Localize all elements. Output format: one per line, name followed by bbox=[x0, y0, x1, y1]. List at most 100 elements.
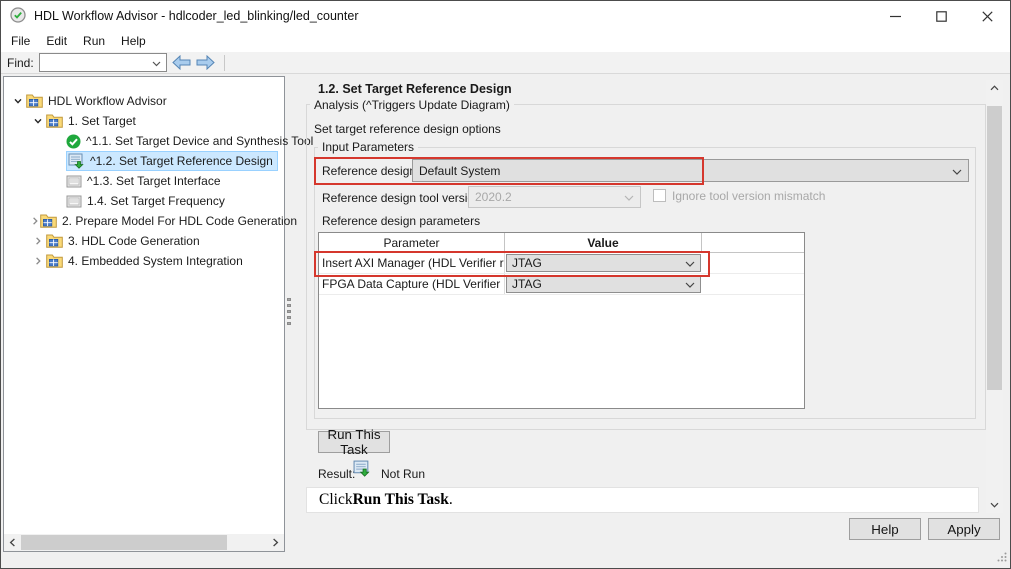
combo-chevron-icon[interactable] bbox=[152, 56, 161, 70]
workflow-folder-icon bbox=[40, 214, 57, 228]
tree-item-2-prepare-model[interactable]: 2. Prepare Model For HDL Code Generation bbox=[4, 211, 284, 231]
tool-version-label: Reference design tool version: bbox=[322, 191, 484, 205]
workflow-folder-icon bbox=[46, 114, 63, 128]
find-toolbar: Find: bbox=[1, 52, 1010, 74]
find-input[interactable] bbox=[39, 53, 167, 72]
parameters-table: Parameter Value Insert AXI Manager (HDL … bbox=[318, 232, 805, 409]
task-current-icon bbox=[68, 153, 85, 169]
scroll-right-icon[interactable] bbox=[267, 534, 284, 551]
tree-item-1-4-set-target-frequency[interactable]: 1.4. Set Target Frequency bbox=[4, 191, 284, 211]
parameter-cell: FPGA Data Capture (HDL Verifier requi... bbox=[319, 274, 505, 294]
combo-chevron-icon bbox=[685, 256, 695, 270]
menu-bar: File Edit Run Help bbox=[1, 31, 1010, 52]
tree-item-1-1-set-target-device[interactable]: ^1.1. Set Target Device and Synthesis To… bbox=[4, 131, 284, 151]
tree-item-3-hdl-code-generation[interactable]: 3. HDL Code Generation bbox=[4, 231, 284, 251]
tool-version-value: 2020.2 bbox=[475, 190, 512, 204]
workflow-folder-icon bbox=[26, 94, 43, 108]
tree-item-hdl-workflow-advisor[interactable]: HDL Workflow Advisor bbox=[4, 91, 284, 111]
tree-item-label: ^1.1. Set Target Device and Synthesis To… bbox=[86, 134, 313, 148]
reference-design-label: Reference design: bbox=[322, 164, 419, 178]
result-label: Result: bbox=[318, 467, 355, 481]
tool-version-select: 2020.2 bbox=[468, 186, 641, 208]
ignore-mismatch-label: Ignore tool version mismatch bbox=[672, 189, 825, 203]
task-passed-icon bbox=[66, 134, 81, 149]
chevron-collapsed-icon[interactable] bbox=[30, 216, 40, 226]
chevron-collapsed-icon[interactable] bbox=[30, 236, 46, 246]
tree-item-4-embedded-system-integration[interactable]: 4. Embedded System Integration bbox=[4, 251, 284, 271]
task-message: Click Run This Task. bbox=[306, 487, 979, 513]
scroll-up-icon[interactable] bbox=[986, 80, 1003, 96]
menu-help[interactable]: Help bbox=[115, 32, 156, 51]
window-title: HDL Workflow Advisor - hdlcoder_led_blin… bbox=[34, 9, 358, 23]
reference-design-parameters-label: Reference design parameters bbox=[322, 214, 480, 228]
tree-item-1-3-set-target-interface[interactable]: ^1.3. Set Target Interface bbox=[4, 171, 284, 191]
window-controls bbox=[872, 1, 1010, 31]
tree-item-label: 1. Set Target bbox=[68, 114, 136, 128]
reference-design-value: Default System bbox=[419, 164, 500, 178]
fpga-data-capture-value: JTAG bbox=[512, 277, 542, 291]
tree-horizontal-scrollbar[interactable] bbox=[4, 534, 284, 551]
workflow-tree-panel: HDL Workflow Advisor 1. Set Target ^1.1.… bbox=[3, 76, 285, 552]
table-row-fpga-data-capture[interactable]: FPGA Data Capture (HDL Verifier requi...… bbox=[319, 274, 804, 295]
message-prefix: Click bbox=[319, 491, 353, 509]
toolbar-separator bbox=[224, 55, 225, 71]
chevron-expanded-icon[interactable] bbox=[10, 96, 26, 106]
tree-item-label: 1.4. Set Target Frequency bbox=[87, 194, 225, 208]
chevron-expanded-icon[interactable] bbox=[30, 116, 46, 126]
workflow-folder-icon bbox=[46, 234, 63, 248]
panel-splitter[interactable] bbox=[285, 76, 294, 552]
scrollbar-thumb[interactable] bbox=[987, 106, 1002, 390]
apply-button[interactable]: Apply bbox=[928, 518, 1000, 540]
analysis-groupbox-label: Analysis (^Triggers Update Diagram) bbox=[310, 98, 514, 112]
scroll-down-icon[interactable] bbox=[986, 497, 1003, 513]
close-icon[interactable] bbox=[964, 1, 1010, 31]
resize-grip-icon[interactable] bbox=[997, 551, 1007, 565]
ignore-mismatch-checkbox[interactable] bbox=[653, 189, 666, 202]
result-status: Not Run bbox=[381, 467, 425, 481]
task-pending-icon bbox=[66, 175, 82, 188]
help-button[interactable]: Help bbox=[849, 518, 921, 540]
run-this-task-button[interactable]: Run This Task bbox=[318, 431, 390, 453]
combo-chevron-icon bbox=[624, 190, 634, 204]
menu-file[interactable]: File bbox=[5, 32, 40, 51]
workflow-tree: HDL Workflow Advisor 1. Set Target ^1.1.… bbox=[4, 77, 284, 271]
tree-item-label: 2. Prepare Model For HDL Code Generation bbox=[62, 214, 297, 228]
tree-item-1-2-set-target-reference-design[interactable]: ^1.2. Set Target Reference Design bbox=[4, 151, 284, 171]
value-column-header: Value bbox=[505, 233, 702, 253]
splitter-grip-icon bbox=[287, 298, 291, 325]
workflow-folder-icon bbox=[46, 254, 63, 268]
scrollbar-thumb[interactable] bbox=[21, 535, 227, 550]
tree-item-1-set-target[interactable]: 1. Set Target bbox=[4, 111, 284, 131]
minimize-icon[interactable] bbox=[872, 1, 918, 31]
combo-chevron-icon bbox=[685, 277, 695, 291]
tree-item-label: ^1.3. Set Target Interface bbox=[87, 174, 221, 188]
hdl-workflow-advisor-window: HDL Workflow Advisor - hdlcoder_led_blin… bbox=[0, 0, 1011, 569]
app-check-circle-icon bbox=[10, 7, 26, 26]
selected-tree-item[interactable]: ^1.2. Set Target Reference Design bbox=[66, 151, 278, 171]
find-next-button[interactable] bbox=[196, 55, 215, 70]
tree-item-label: ^1.2. Set Target Reference Design bbox=[90, 154, 273, 168]
task-pending-icon bbox=[66, 195, 82, 208]
menu-run[interactable]: Run bbox=[77, 32, 115, 51]
scroll-left-icon[interactable] bbox=[4, 534, 21, 551]
insert-axi-manager-select[interactable]: JTAG bbox=[506, 254, 701, 272]
chevron-collapsed-icon[interactable] bbox=[30, 256, 46, 266]
maximize-icon[interactable] bbox=[918, 1, 964, 31]
reference-design-select[interactable]: Default System bbox=[412, 159, 969, 182]
menu-edit[interactable]: Edit bbox=[40, 32, 77, 51]
table-row-insert-axi-manager[interactable]: Insert AXI Manager (HDL Verifier requ...… bbox=[319, 253, 804, 274]
content-vertical-scrollbar[interactable] bbox=[986, 80, 1003, 513]
find-label: Find: bbox=[7, 56, 34, 70]
task-title: 1.2. Set Target Reference Design bbox=[318, 82, 512, 96]
insert-axi-manager-value: JTAG bbox=[512, 256, 542, 270]
fpga-data-capture-select[interactable]: JTAG bbox=[506, 275, 701, 293]
table-header-row: Parameter Value bbox=[319, 233, 804, 253]
message-bold: Run This Task bbox=[353, 491, 449, 509]
title-bar: HDL Workflow Advisor - hdlcoder_led_blin… bbox=[1, 1, 1010, 31]
parameter-cell: Insert AXI Manager (HDL Verifier requ... bbox=[319, 253, 505, 273]
result-status-icon bbox=[353, 460, 371, 480]
find-previous-button[interactable] bbox=[172, 55, 191, 70]
input-parameters-groupbox-label: Input Parameters bbox=[318, 140, 418, 154]
parameter-column-header: Parameter bbox=[319, 233, 505, 253]
tree-item-label: 4. Embedded System Integration bbox=[68, 254, 243, 268]
